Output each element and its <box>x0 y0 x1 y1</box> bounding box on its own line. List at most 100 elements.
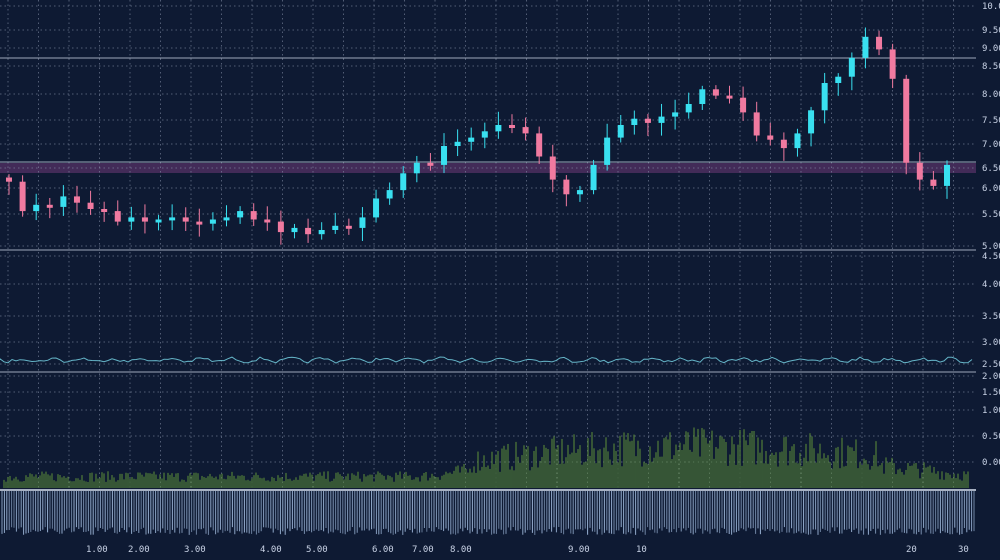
y-tick-label: 3.00 <box>982 338 1000 348</box>
x-tick-label: 7.00 <box>412 545 434 555</box>
candle-down <box>196 221 203 225</box>
y-tick-label: 2.00 <box>982 372 1000 382</box>
x-tick-label: 20 <box>906 545 917 555</box>
y-tick-label: 6.00 <box>982 184 1000 194</box>
candle-up <box>33 204 40 212</box>
candle-up <box>318 230 325 235</box>
candle-down <box>536 133 543 157</box>
candle-down <box>46 204 53 208</box>
candle-down <box>712 89 719 96</box>
candle-up <box>454 141 461 146</box>
x-tick-label: 30 <box>958 545 969 555</box>
x-tick-label: 8.00 <box>450 545 472 555</box>
y-tick-label: 5.00 <box>982 242 1000 252</box>
trading-chart: 10.00 9.50 9.00 8.50 8.00 7.50 7.00 6.50 6.00 5.5… <box>0 0 1000 560</box>
candle-down <box>141 217 148 222</box>
candle-up <box>835 76 842 83</box>
candle-up <box>332 225 339 230</box>
candle-down <box>889 49 896 79</box>
x-tick-label: 6.00 <box>372 545 394 555</box>
y-tick-label: 1.50 <box>982 388 1000 398</box>
candle-down <box>114 211 121 222</box>
candle-down <box>753 112 760 136</box>
y-tick-label: 0.50 <box>982 432 1000 442</box>
candle-up <box>794 133 801 149</box>
candle-down <box>876 36 883 50</box>
candle-down <box>767 135 774 140</box>
candle-down <box>740 97 747 113</box>
candle-up <box>699 89 706 104</box>
candle-up <box>685 104 692 113</box>
candle-down <box>87 202 94 209</box>
x-tick-label: 2.00 <box>128 545 150 555</box>
candle-down <box>182 217 189 222</box>
candle-up <box>237 211 244 218</box>
candle-up <box>821 83 828 111</box>
candle-down <box>305 227 312 235</box>
y-tick-label: 4.50 <box>982 252 1000 262</box>
candle-down <box>277 221 284 233</box>
candle-up <box>468 137 475 142</box>
candle-up <box>386 190 393 199</box>
y-tick-label: 9.00 <box>982 44 1000 54</box>
candle-up <box>413 162 420 174</box>
candle-down <box>73 196 80 203</box>
candle-up <box>944 164 950 186</box>
resistance-band <box>0 163 976 173</box>
lower-panel-divider <box>0 489 976 491</box>
candle-down <box>930 179 937 186</box>
x-tick-label: 4.00 <box>260 545 282 555</box>
y-tick-label: 10.00 <box>982 2 1000 12</box>
candle-down <box>563 179 570 195</box>
candle-down <box>101 209 108 212</box>
candle-up <box>373 198 380 218</box>
y-tick-label: 7.00 <box>982 140 1000 150</box>
candle-down <box>522 127 529 134</box>
candle-down <box>644 118 651 123</box>
candle-up <box>169 217 176 221</box>
y-tick-label: 1.00 <box>982 406 1000 416</box>
candle-up <box>808 110 815 134</box>
y-tick-label: 8.50 <box>982 62 1000 72</box>
candle-up <box>223 217 230 221</box>
candle-down <box>345 225 352 229</box>
candle-up <box>862 36 869 58</box>
candle-up <box>631 118 638 125</box>
candle-down <box>19 181 26 212</box>
candle-up <box>576 190 583 195</box>
candle-up <box>291 227 298 233</box>
candle-down <box>427 162 434 166</box>
candle-down <box>549 156 556 180</box>
y-tick-label: 9.50 <box>982 26 1000 36</box>
candle-down <box>508 125 515 128</box>
y-tick-label: 0.00 <box>982 458 1000 468</box>
candle-up <box>60 196 67 207</box>
y-tick-label: 6.50 <box>982 164 1000 174</box>
candle-up <box>400 173 407 191</box>
candle-down <box>916 162 923 180</box>
y-tick-label: 4.00 <box>982 280 1000 290</box>
y-tick-label: 3.50 <box>982 312 1000 322</box>
candle-up <box>495 125 502 132</box>
candle-down <box>264 219 271 223</box>
candle-up <box>617 125 624 138</box>
candle-down <box>6 177 12 182</box>
x-tick-label: 3.00 <box>184 545 206 555</box>
x-tick-label: 9.00 <box>568 545 590 555</box>
y-tick-label: 5.50 <box>982 210 1000 220</box>
x-tick-label: 5.00 <box>306 545 328 555</box>
candle-down <box>903 78 910 163</box>
candle-up <box>155 219 162 223</box>
candle-up <box>441 146 448 165</box>
candle-up <box>672 112 679 117</box>
candle-up <box>604 137 611 165</box>
candle-up <box>128 217 135 222</box>
x-tick-label: 1.00 <box>86 545 108 555</box>
candle-up <box>359 217 366 228</box>
candle-down <box>726 95 733 99</box>
x-tick-label: 10 <box>636 545 647 555</box>
y-tick-label: 2.50 <box>982 360 1000 370</box>
candle-up <box>209 219 216 224</box>
y-tick-label: 7.50 <box>982 116 1000 126</box>
y-tick-label: 8.00 <box>982 90 1000 100</box>
